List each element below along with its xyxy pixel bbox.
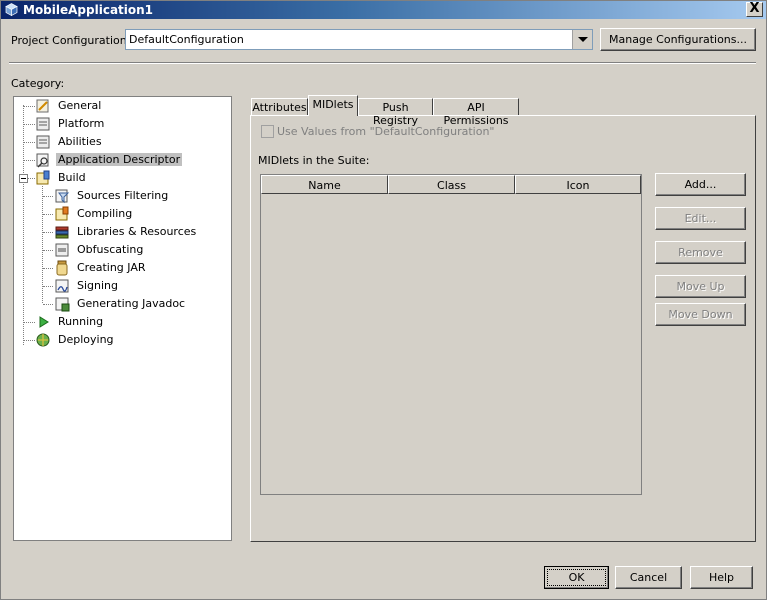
collapse-toggle-icon[interactable] [19,174,28,183]
use-values-label: Use Values from "DefaultConfiguration" [277,125,495,138]
tree-line [43,196,53,197]
tree-line [23,105,24,345]
tree-item-label: General [58,99,102,112]
tab-push-registry[interactable]: Push Registry [358,98,433,127]
button-label: Help [708,571,735,584]
separator [9,62,756,64]
books-icon [55,226,69,239]
column-header-icon[interactable]: Icon [515,175,641,194]
tree-item-label: Compiling [77,207,133,220]
javadoc-icon [55,297,70,312]
button-label: Edit... [684,212,717,225]
tree-line [43,304,53,305]
project-configuration-value: DefaultConfiguration [129,33,244,46]
tree-item-label: Obfuscating [77,243,144,256]
button-label: OK [568,571,585,584]
tree-item-label: Abilities [58,135,102,148]
tree-item-label: Platform [58,117,105,130]
tab-attributes[interactable]: Attributes [251,98,308,116]
signing-icon [55,279,69,293]
close-button[interactable]: X [746,2,763,17]
column-header-label: Class [437,179,466,192]
tree-item-label: Deploying [58,333,114,346]
button-label: Add... [684,178,717,191]
category-label: Category: [11,77,65,90]
remove-midlet-button[interactable]: Remove [655,241,746,264]
tree-line [43,214,53,215]
button-label: Remove [678,246,723,259]
tab-label: Attributes [252,101,307,114]
tree-line [43,232,53,233]
tree-line [24,142,35,143]
deploying-icon [36,333,50,347]
tree-item-label: Running [58,315,104,328]
button-label: Move Up [676,280,725,293]
column-header-label: Icon [566,179,590,192]
project-properties-dialog: MobileApplication1 X Project Configurati… [0,0,767,600]
project-configuration-label: Project Configuration: [11,34,131,47]
column-header-name[interactable]: Name [261,175,388,194]
tree-line [24,322,35,323]
tree-item-label: Application Descriptor [56,153,183,166]
move-down-button[interactable]: Move Down [655,303,746,326]
tree-line [24,160,35,161]
tree-line [24,106,35,107]
tree-item-label: Sources Filtering [77,189,169,202]
chevron-down-icon[interactable] [572,30,592,49]
application-descriptor-icon [36,153,49,168]
tree-line [43,268,53,269]
close-icon: X [749,1,760,16]
title-bar: MobileApplication1 X [1,1,766,19]
tree-item-label: Signing [77,279,119,292]
window-title: MobileApplication1 [23,3,154,17]
help-button[interactable]: Help [690,566,753,589]
move-up-button[interactable]: Move Up [655,275,746,298]
manage-configurations-button[interactable]: Manage Configurations... [600,28,756,51]
tree-line [43,250,53,251]
tree-item-label: Libraries & Resources [77,225,197,238]
use-values-checkbox[interactable] [261,125,274,138]
tree-line [24,124,35,125]
midlets-table[interactable]: Name Class Icon [260,174,642,495]
add-midlet-button[interactable]: Add... [655,173,746,196]
category-tree[interactable]: General Platform Abilities Application D… [13,96,232,541]
tree-line [24,340,35,341]
tree-line [28,178,35,179]
run-icon [39,316,49,328]
project-configuration-dropdown[interactable]: DefaultConfiguration [125,29,593,50]
tree-item-label: Build [58,171,86,184]
obfuscating-icon [55,243,69,257]
build-icon [36,170,50,185]
tree-item-label: Generating Javadoc [77,297,186,310]
edit-midlet-button[interactable]: Edit... [655,207,746,230]
tree-item-label: Creating JAR [77,261,146,274]
button-label: Cancel [629,571,668,584]
tab-api-permissions[interactable]: API Permissions [433,98,519,127]
column-header-class[interactable]: Class [388,175,515,194]
button-label: Move Down [668,308,733,321]
general-settings-icon [36,99,49,113]
app-cube-icon [5,3,18,16]
tab-midlets[interactable]: MIDlets [308,95,358,116]
compiling-icon [55,206,69,221]
column-header-label: Name [308,179,341,192]
ok-button[interactable]: OK [544,566,609,589]
tree-line [43,286,53,287]
abilities-icon [36,135,50,149]
jar-icon [56,260,68,276]
filter-icon [55,189,70,204]
midlets-in-suite-label: MIDlets in the Suite: [258,154,370,167]
manage-configurations-label: Manage Configurations... [608,33,747,46]
cancel-button[interactable]: Cancel [615,566,682,589]
tab-label: MIDlets [312,98,354,111]
platform-icon [36,117,50,131]
